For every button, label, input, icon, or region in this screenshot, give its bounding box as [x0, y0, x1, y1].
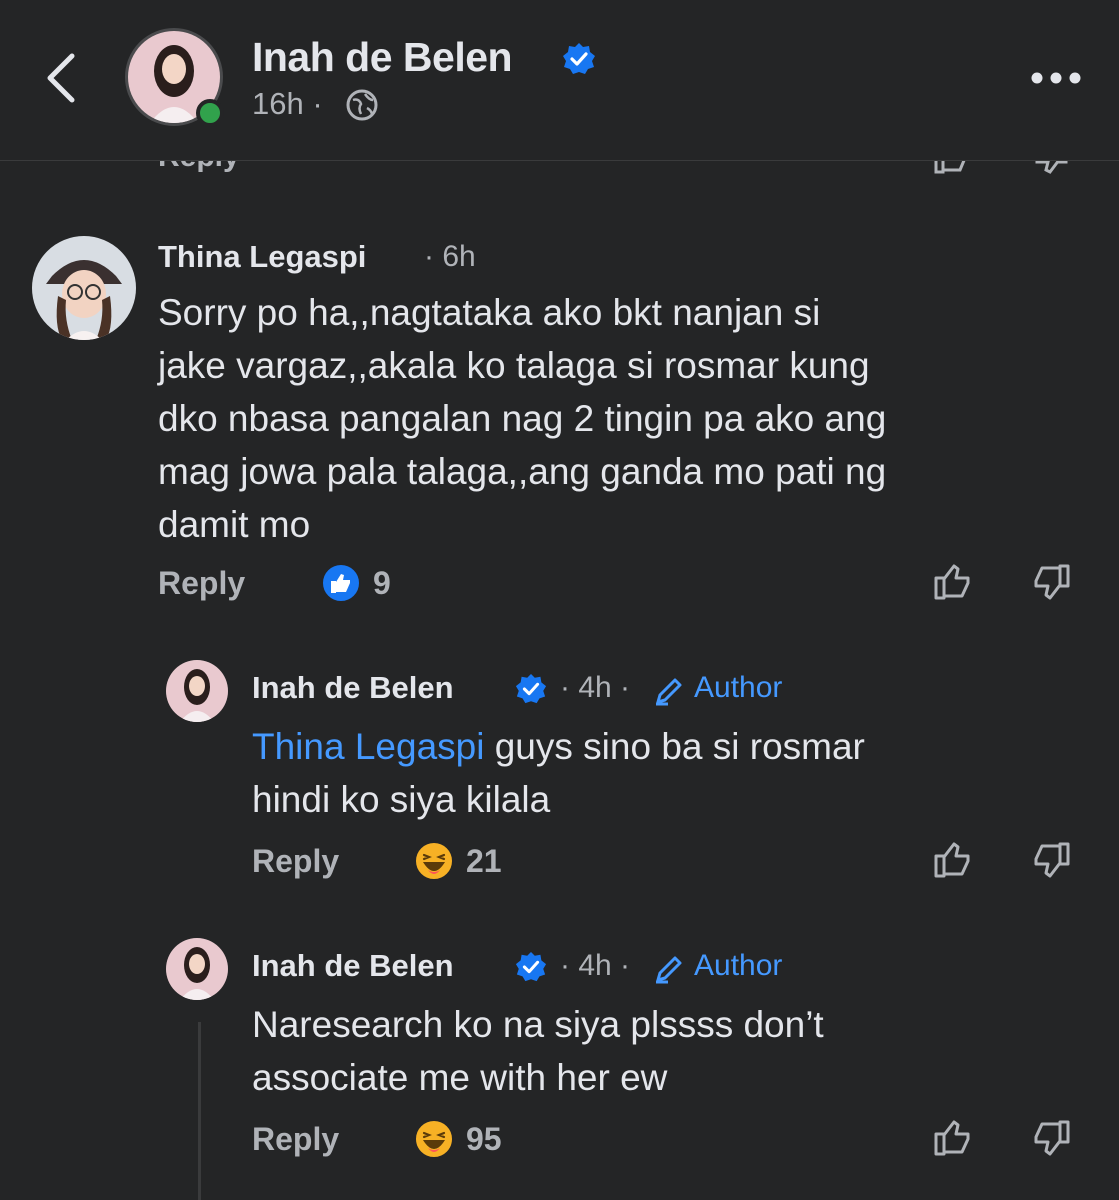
pencil-icon [656, 678, 682, 706]
comment-line: jake vargaz,,akala ko talaga si rosmar k… [158, 345, 870, 386]
pencil-icon [656, 956, 682, 984]
thumbs-down-icon[interactable] [1030, 1118, 1072, 1158]
thumbs-down-icon[interactable] [1030, 562, 1072, 602]
comment-line: Thina Legaspi guys sino ba si rosmar [252, 720, 865, 773]
post-time: 16h · [252, 86, 323, 122]
online-status-dot [196, 99, 224, 127]
post-header: Inah de Belen 16h · [0, 0, 1119, 161]
reply-author-avatar-image [166, 660, 228, 722]
commenter-avatar-image [32, 236, 136, 340]
comment-text: Sorry po ha,,nagtataka ako bkt nanjan si… [158, 286, 886, 551]
comment-line: damit mo [158, 504, 311, 545]
commenter-avatar[interactable] [32, 236, 136, 340]
post-time-value: 16h [252, 86, 304, 121]
page-name[interactable]: Inah de Belen [252, 34, 513, 81]
haha-reaction-icon[interactable] [413, 840, 455, 882]
reaction-count[interactable]: 95 [466, 1121, 502, 1158]
reaction-count[interactable]: 9 [373, 565, 391, 602]
reply-author-avatar-image [166, 938, 228, 1000]
thumbs-up-icon[interactable] [932, 562, 974, 602]
post-time-separator: · [312, 86, 323, 121]
thumbs-down-icon[interactable] [1030, 840, 1072, 880]
back-chevron-icon[interactable] [42, 52, 82, 104]
more-options-icon[interactable] [1030, 70, 1082, 86]
thumbs-up-icon[interactable] [932, 840, 974, 880]
author-label: Author [694, 949, 783, 982]
comment-line: Naresearch ko na siya plssss don’t [252, 1004, 824, 1045]
thumbs-up-icon[interactable] [932, 1118, 974, 1158]
comment-time: · 4h · [560, 949, 631, 982]
globe-icon [346, 89, 378, 121]
author-label: Author [694, 671, 783, 704]
comment-line: dko nbasa pangalan nag 2 tingin pa ako a… [158, 398, 887, 439]
comment-line: mag jowa pala talaga,,ang ganda mo pati … [158, 451, 887, 492]
reply-author-avatar[interactable] [166, 938, 228, 1000]
reply-button[interactable]: Reply [252, 843, 339, 880]
verified-badge-icon [563, 43, 595, 74]
thread-line [198, 1022, 201, 1200]
comment-author[interactable]: Inah de Belen [252, 670, 454, 706]
reply-author-avatar[interactable] [166, 660, 228, 722]
verified-badge-icon [515, 673, 547, 704]
reply-button[interactable]: Reply [252, 1121, 339, 1158]
haha-reaction-icon[interactable] [413, 1118, 455, 1160]
comment-text: Naresearch ko na siya plssss don’t assoc… [252, 998, 824, 1104]
comment-author[interactable]: Inah de Belen [252, 948, 454, 984]
mention-link[interactable]: Thina Legaspi [252, 726, 484, 767]
comment-time: · 6h [424, 240, 476, 273]
reaction-count[interactable]: 21 [466, 843, 502, 880]
comment-text: Thina Legaspi guys sino ba si rosmar hin… [252, 720, 865, 826]
comment-author[interactable]: Thina Legaspi [158, 239, 366, 275]
comment-line-text: guys sino ba si rosmar [484, 726, 865, 767]
verified-badge-icon [515, 951, 547, 982]
like-reaction-icon[interactable] [320, 562, 362, 604]
comment-line: Sorry po ha,,nagtataka ako bkt nanjan si [158, 292, 821, 333]
comment-line: hindi ko siya kilala [252, 779, 551, 820]
comment-time: · 4h · [560, 671, 631, 704]
comment-line: associate me with her ew [252, 1057, 668, 1098]
reply-button[interactable]: Reply [158, 565, 245, 602]
